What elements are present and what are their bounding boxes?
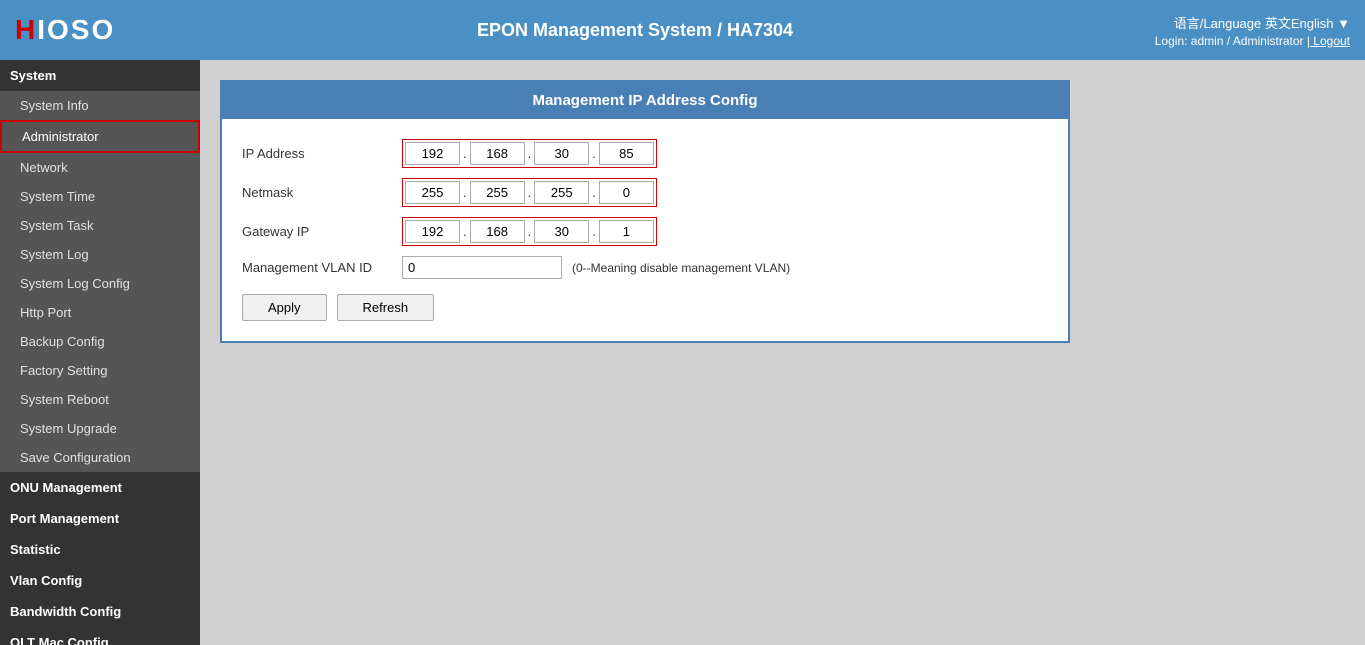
netmask-dot-2: .	[525, 185, 535, 200]
sidebar-item-save-configuration[interactable]: Save Configuration	[0, 443, 200, 472]
form-buttons: Apply Refresh	[242, 294, 1048, 321]
ip-address-row: IP Address . . .	[242, 139, 1048, 168]
sidebar-item-backup-config[interactable]: Backup Config	[0, 327, 200, 356]
config-panel: Management IP Address Config IP Address …	[220, 80, 1070, 343]
dropdown-icon: ▼	[1337, 16, 1350, 31]
config-body: IP Address . . . Netmask	[222, 119, 1068, 341]
sidebar-item-system-info[interactable]: System Info	[0, 91, 200, 120]
sidebar-item-system-time[interactable]: System Time	[0, 182, 200, 211]
netmask-row: Netmask . . .	[242, 178, 1048, 207]
ip-dot-2: .	[525, 146, 535, 161]
sidebar-item-system-reboot[interactable]: System Reboot	[0, 385, 200, 414]
login-section: Login: admin / Administrator | Logout	[1155, 34, 1350, 48]
gateway-dot-1: .	[460, 224, 470, 239]
ip-address-oct1[interactable]	[405, 142, 460, 165]
netmask-label: Netmask	[242, 185, 402, 200]
ip-address-label: IP Address	[242, 146, 402, 161]
gateway-ip-row: Gateway IP . . .	[242, 217, 1048, 246]
sidebar-item-system-upgrade[interactable]: System Upgrade	[0, 414, 200, 443]
ip-address-oct3[interactable]	[534, 142, 589, 165]
sidebar-item-vlan-config[interactable]: Vlan Config	[0, 565, 200, 596]
ip-dot-3: .	[589, 146, 599, 161]
netmask-dot-3: .	[589, 185, 599, 200]
gateway-ip-oct4[interactable]	[599, 220, 654, 243]
ip-address-oct2[interactable]	[470, 142, 525, 165]
sidebar-item-olt-mac-config[interactable]: OLT Mac Config	[0, 627, 200, 645]
header-right: 语言/Language 英文English ▼ Login: admin / A…	[1155, 13, 1350, 48]
vlan-hint: (0--Meaning disable management VLAN)	[572, 261, 790, 275]
netmask-fields: . . .	[402, 178, 657, 207]
sidebar-item-port-management[interactable]: Port Management	[0, 503, 200, 534]
sidebar-item-factory-setting[interactable]: Factory Setting	[0, 356, 200, 385]
gateway-ip-fields: . . .	[402, 217, 657, 246]
netmask-oct3[interactable]	[534, 181, 589, 204]
netmask-oct2[interactable]	[470, 181, 525, 204]
netmask-oct1[interactable]	[405, 181, 460, 204]
sidebar: System System Info Administrator Network…	[0, 60, 200, 645]
sidebar-item-system-log[interactable]: System Log	[0, 240, 200, 269]
gateway-ip-oct2[interactable]	[470, 220, 525, 243]
vlan-id-row: Management VLAN ID (0--Meaning disable m…	[242, 256, 1048, 279]
sidebar-item-onu-management[interactable]: ONU Management	[0, 472, 200, 503]
netmask-oct4[interactable]	[599, 181, 654, 204]
ip-address-oct4[interactable]	[599, 142, 654, 165]
app-title: EPON Management System / HA7304	[115, 20, 1155, 41]
logo: HIOSO	[15, 14, 115, 46]
gateway-ip-label: Gateway IP	[242, 224, 402, 239]
config-panel-title: Management IP Address Config	[222, 82, 1068, 119]
sidebar-item-statistic[interactable]: Statistic	[0, 534, 200, 565]
sidebar-item-administrator[interactable]: Administrator	[0, 120, 200, 153]
netmask-dot-1: .	[460, 185, 470, 200]
management-vlan-input[interactable]	[402, 256, 562, 279]
ip-address-fields: . . .	[402, 139, 657, 168]
main-content: Management IP Address Config IP Address …	[200, 60, 1365, 645]
gateway-dot-2: .	[525, 224, 535, 239]
logo-text: HIOSO	[15, 14, 115, 46]
management-vlan-label: Management VLAN ID	[242, 260, 402, 275]
gateway-dot-3: .	[589, 224, 599, 239]
system-section-header: System	[0, 60, 200, 91]
sidebar-item-network[interactable]: Network	[0, 153, 200, 182]
apply-button[interactable]: Apply	[242, 294, 327, 321]
login-text: Login: admin / Administrator	[1155, 34, 1304, 48]
language-section[interactable]: 语言/Language 英文English ▼	[1174, 13, 1350, 32]
sidebar-item-http-port[interactable]: Http Port	[0, 298, 200, 327]
sidebar-item-system-task[interactable]: System Task	[0, 211, 200, 240]
gateway-ip-oct1[interactable]	[405, 220, 460, 243]
sidebar-item-system-log-config[interactable]: System Log Config	[0, 269, 200, 298]
language-label: 语言/Language	[1174, 16, 1261, 31]
ip-dot-1: .	[460, 146, 470, 161]
language-value[interactable]: 英文English	[1265, 16, 1334, 31]
sidebar-item-bandwidth-config[interactable]: Bandwidth Config	[0, 596, 200, 627]
gateway-ip-oct3[interactable]	[534, 220, 589, 243]
refresh-button[interactable]: Refresh	[337, 294, 435, 321]
logout-link[interactable]: | Logout	[1307, 34, 1350, 48]
